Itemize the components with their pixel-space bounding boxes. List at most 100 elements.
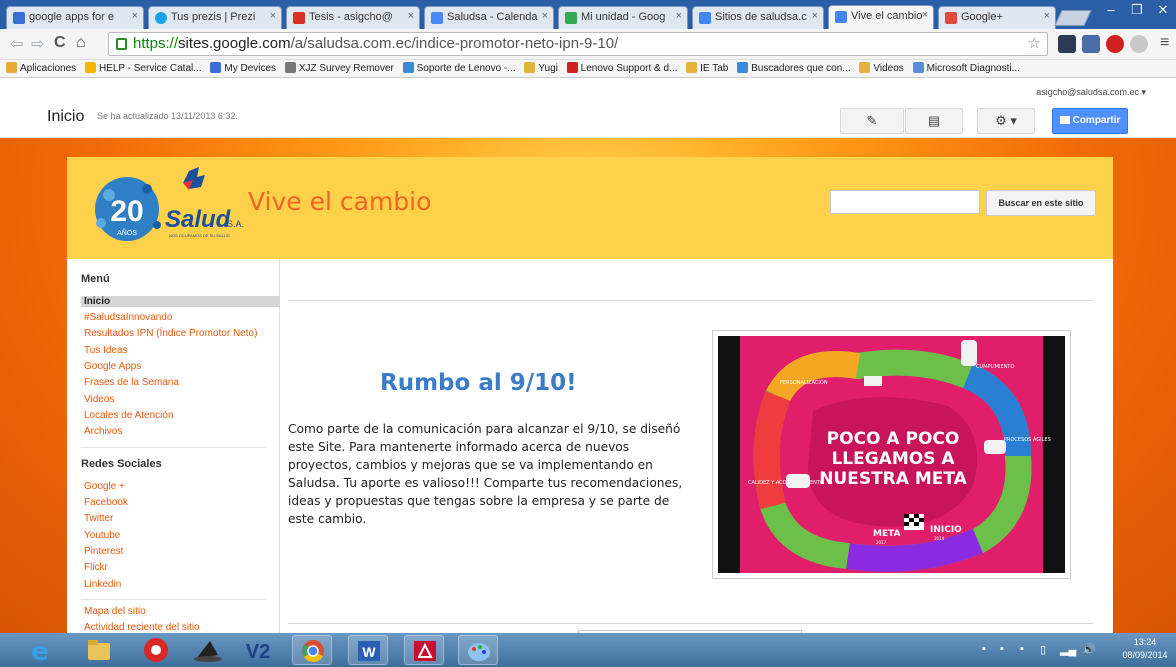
acrobat-icon[interactable]: [404, 635, 444, 665]
tab-close-icon[interactable]: ×: [270, 10, 276, 22]
sidebar-item-sitemap[interactable]: Mapa del sitio: [84, 606, 146, 617]
tab-close-icon[interactable]: ×: [812, 10, 818, 22]
tab-close-icon[interactable]: ×: [132, 10, 138, 22]
sidebar-item-youtube[interactable]: Youtube: [84, 530, 120, 541]
address-bar[interactable]: https://sites.google.com/a/saludsa.com.e…: [108, 32, 1048, 56]
chrome-taskbar-icon[interactable]: [292, 635, 332, 665]
tab-label: Vive el cambio: [851, 10, 923, 22]
sidebar-item-flickr[interactable]: Flickr: [84, 562, 108, 573]
reload-icon[interactable]: C: [54, 34, 66, 52]
minimize-button[interactable]: –: [1098, 0, 1124, 20]
browser-tab[interactable]: Tus prezis | Prezi ×: [148, 6, 282, 29]
site-search-input[interactable]: [830, 190, 980, 214]
browser-tab[interactable]: Saludsa - Calenda ×: [424, 6, 554, 29]
tab-close-icon[interactable]: ×: [408, 10, 414, 22]
bookmark-folder[interactable]: Yugi: [524, 60, 558, 77]
site-title[interactable]: Vive el cambio: [248, 187, 431, 216]
tray-bluetooth-icon[interactable]: ▪: [1020, 643, 1024, 655]
site-search-button[interactable]: Buscar en este sitio: [986, 190, 1096, 216]
sidebar-item-resultados-ipn[interactable]: Resultados IPN (Índice Promotor Neto): [84, 328, 257, 339]
sidebar-item-saludsainnovando[interactable]: #SaludsaInnovando: [84, 312, 172, 323]
sidebar-item-locales[interactable]: Locales de Atención: [84, 410, 174, 421]
sidebar-item-facebook[interactable]: Facebook: [84, 497, 128, 508]
bookmark-star-icon[interactable]: ☆: [1028, 34, 1041, 52]
svg-text:2017: 2017: [876, 540, 887, 545]
browser-tab[interactable]: Google+ ×: [938, 6, 1056, 29]
adblock-icon[interactable]: [1106, 35, 1124, 53]
chrome-menu-icon[interactable]: ≡: [1160, 34, 1169, 52]
sidebar-item-recent-activity[interactable]: Actividad reciente del sitio: [84, 622, 200, 633]
bookmark-label: Aplicaciones: [20, 63, 77, 74]
tray-signal-icon[interactable]: ▂▄: [1060, 643, 1076, 656]
bookmark-item[interactable]: Soporte de Lenovo -...: [402, 60, 516, 77]
bookmark-item[interactable]: XJZ Survey Remover: [284, 60, 394, 77]
home-icon[interactable]: ⌂: [76, 34, 86, 52]
word-icon[interactable]: W: [348, 635, 388, 665]
tab-close-icon[interactable]: ×: [542, 10, 548, 22]
sidebar-item-inicio[interactable]: Inicio: [81, 296, 280, 307]
svg-text:INICIO: INICIO: [930, 525, 962, 535]
browser-tab[interactable]: Sitios de saludsa.c ×: [692, 6, 824, 29]
settings-menu-button[interactable]: ⚙ ▾: [977, 108, 1035, 134]
bookmark-item[interactable]: Microsoft Diagnosti...: [912, 60, 1020, 77]
extension-icon[interactable]: [1082, 35, 1100, 53]
system-clock[interactable]: 13:24 08/09/2014: [1116, 636, 1174, 662]
close-window-button[interactable]: ✕: [1150, 0, 1176, 20]
sidebar-item-videos[interactable]: Videos: [84, 394, 114, 405]
calendar-favicon-icon: [431, 12, 443, 24]
lock-icon: [116, 38, 127, 50]
new-page-button[interactable]: ▤: [905, 108, 963, 134]
tab-close-icon[interactable]: ×: [922, 9, 928, 21]
browser-tab[interactable]: google apps for e ×: [6, 6, 144, 29]
wizard-hat-icon[interactable]: [188, 635, 228, 665]
bookmarks-bar: Aplicaciones HELP - Service Catal... My …: [0, 60, 1176, 78]
sidebar-item-google-plus[interactable]: Google +: [84, 481, 125, 492]
sidebar-item-archivos[interactable]: Archivos: [84, 426, 122, 437]
restore-button[interactable]: ❐: [1124, 0, 1150, 20]
bookmark-item[interactable]: Lenovo Support & d...: [566, 60, 677, 77]
vnc-icon[interactable]: V2: [238, 635, 278, 665]
bookmark-item[interactable]: HELP - Service Catal...: [84, 60, 202, 77]
bookmark-folder[interactable]: IE Tab: [686, 60, 728, 77]
app-launcher-icon[interactable]: [136, 635, 176, 665]
new-tab-button[interactable]: [1054, 10, 1092, 26]
browser-tab[interactable]: Tesis - asigcho@ ×: [286, 6, 420, 29]
paint-icon[interactable]: [458, 635, 498, 665]
sidebar-item-linkedin[interactable]: Linkedin: [84, 579, 121, 590]
browser-tab[interactable]: Mi unidad - Goog ×: [558, 6, 688, 29]
bookmark-item[interactable]: Buscadores que con...: [737, 60, 851, 77]
tray-volume-icon[interactable]: 🔊: [1082, 643, 1096, 656]
browser-tab-active[interactable]: Vive el cambio ×: [828, 5, 934, 29]
svg-text:CUMPLIMIENTO: CUMPLIMIENTO: [976, 364, 1014, 370]
notifications-bell-icon[interactable]: [1130, 35, 1148, 53]
file-explorer-icon[interactable]: [78, 635, 118, 665]
page-title: Inicio: [47, 108, 85, 125]
sidebar-item-tus-ideas[interactable]: Tus Ideas: [84, 345, 128, 356]
sidebar-item-frases[interactable]: Frases de la Semana: [84, 377, 179, 388]
tab-close-icon[interactable]: ×: [676, 10, 682, 22]
bookmark-item[interactable]: Aplicaciones: [6, 60, 77, 77]
back-arrow-icon[interactable]: ⇦: [10, 34, 23, 54]
bookmark-favicon-icon: [912, 62, 924, 73]
edit-page-button[interactable]: ✎: [840, 108, 904, 134]
sidebar-item-twitter[interactable]: Twitter: [84, 513, 113, 524]
vpn-extension-icon[interactable]: [1058, 35, 1076, 53]
user-account-menu[interactable]: asigcho@saludsa.com.ec ▾: [1036, 87, 1146, 98]
sidebar-item-google-apps[interactable]: Google Apps: [84, 361, 141, 372]
sidebar-item-pinterest[interactable]: Pinterest: [84, 546, 123, 557]
tab-close-icon[interactable]: ×: [1044, 10, 1050, 22]
bookmark-item[interactable]: My Devices: [210, 60, 276, 77]
bookmark-folder[interactable]: Videos: [859, 60, 904, 77]
tab-label: Mi unidad - Goog: [581, 11, 666, 23]
forward-arrow-icon[interactable]: ⇨: [31, 34, 44, 54]
internet-explorer-icon[interactable]: e: [20, 635, 60, 667]
tray-battery-icon[interactable]: ▯: [1040, 643, 1046, 656]
svg-text:META: META: [873, 529, 901, 539]
tab-label: Google+: [961, 11, 1003, 23]
tray-vnc-icon[interactable]: ▪: [1000, 643, 1004, 655]
share-label: Compartir: [1072, 115, 1121, 126]
tray-network-icon[interactable]: ▪: [982, 643, 986, 655]
clock-date: 08/09/2014: [1122, 650, 1168, 660]
share-button[interactable]: Compartir: [1052, 108, 1128, 134]
bookmark-label: Soporte de Lenovo -...: [416, 63, 516, 74]
